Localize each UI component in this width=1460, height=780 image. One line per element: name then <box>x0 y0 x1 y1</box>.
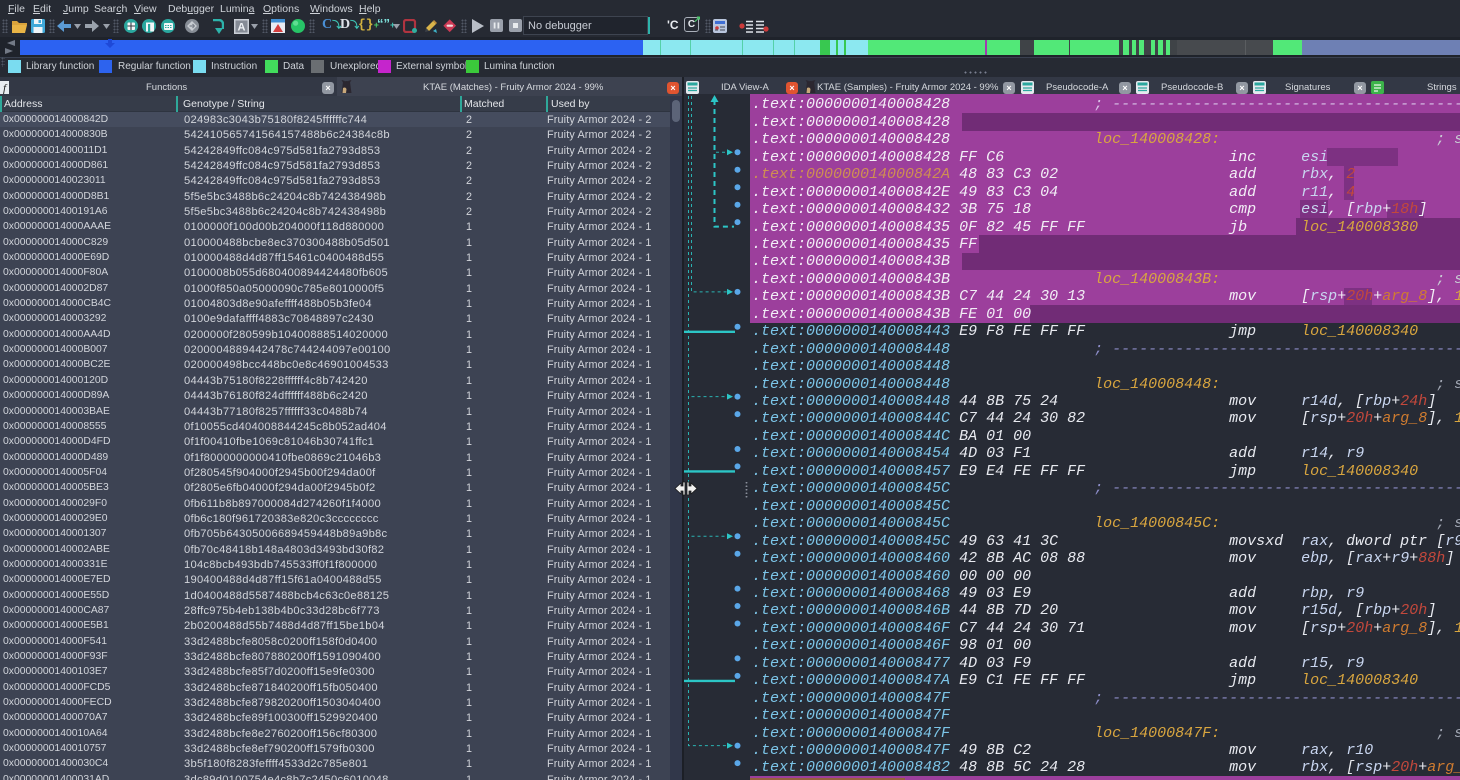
svg-text:A: A <box>238 22 246 34</box>
